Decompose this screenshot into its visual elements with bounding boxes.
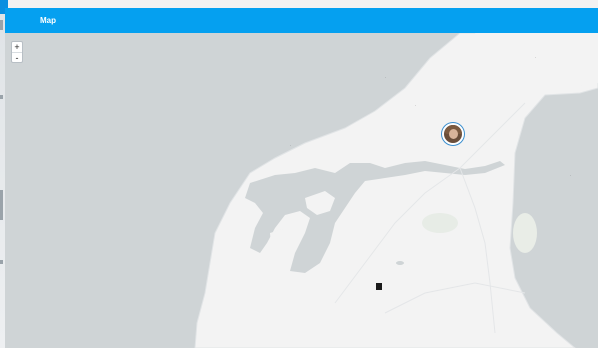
map-place-mark: · [290,143,292,148]
map-place-mark: · [535,55,537,60]
forest-area [513,213,537,253]
map-view[interactable]: · · · · · + - [5,33,598,348]
edge-marker [0,260,3,264]
page-title: Map [40,16,56,25]
forest-area [422,213,458,233]
map-place-mark: · [385,75,387,80]
avatar-face [449,129,458,139]
top-bar: Map [5,8,598,33]
user-avatar-marker[interactable] [442,123,464,145]
zoom-out-button[interactable]: - [12,52,22,63]
edge-marker [0,95,3,99]
edge-marker [0,20,3,30]
zoom-control: + - [11,41,23,63]
map-place-mark: · [570,173,572,178]
location-pin-icon[interactable] [376,283,382,290]
map-place-mark: · [415,103,417,108]
map-canvas[interactable] [5,33,598,348]
zoom-in-button[interactable]: + [12,42,22,52]
edge-marker [0,190,3,220]
lake [396,261,404,265]
